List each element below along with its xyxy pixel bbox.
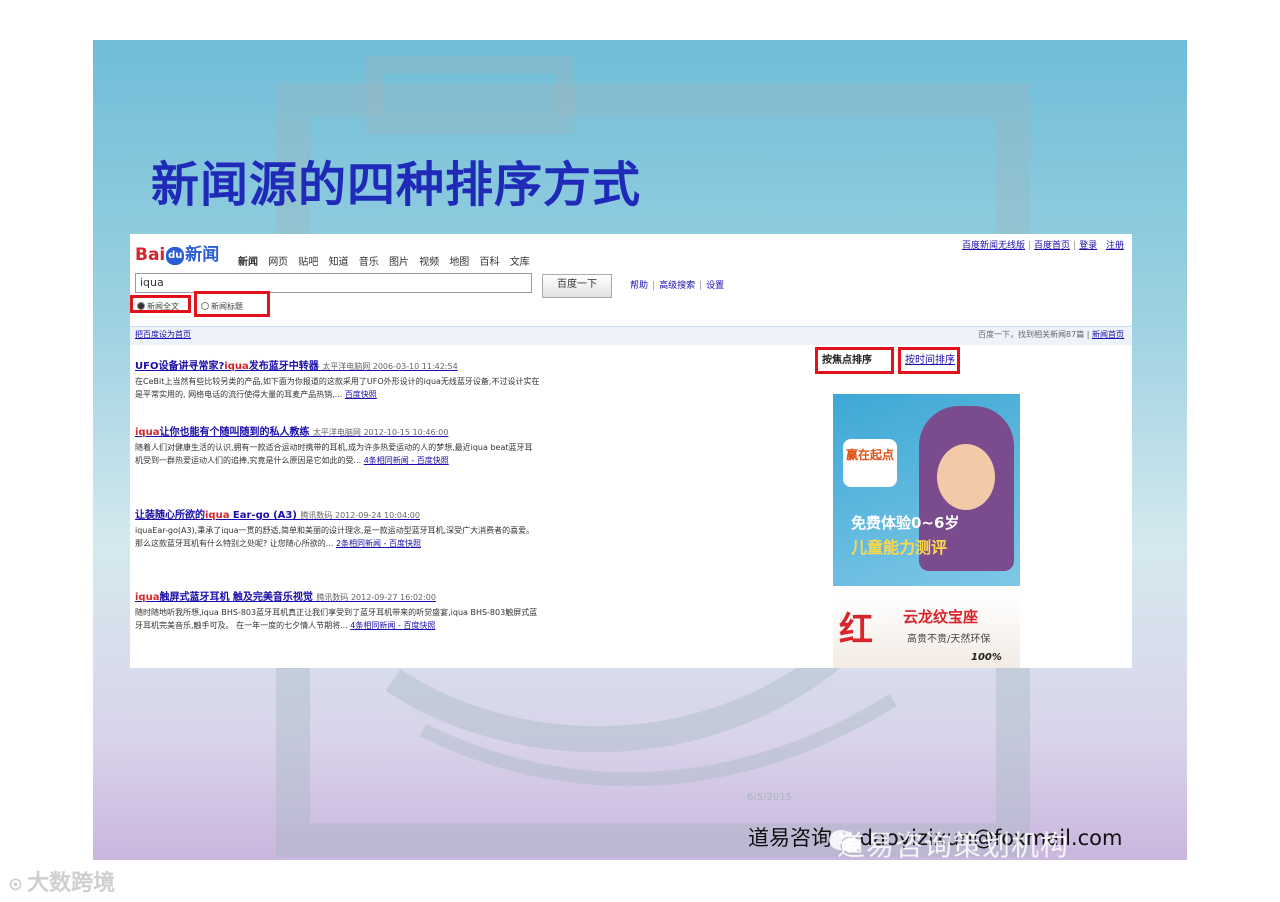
radio-title[interactable] — [201, 302, 209, 310]
link-login[interactable]: 登录 — [1079, 241, 1097, 251]
result-title-text: UFO设备讲寻常家? — [135, 361, 225, 372]
footer-brand: ⊙ 大数跨境 — [8, 865, 115, 897]
footer-brand-text: 大数跨境 — [27, 871, 116, 896]
ad-product-name: 云龙纹宝座 — [903, 608, 979, 626]
ad-brand-logo: 赢在起点 — [843, 439, 897, 487]
nav-item-web[interactable]: 网页 — [268, 257, 288, 268]
link-help[interactable]: 帮助 — [630, 281, 648, 291]
result-title-text: 触屏式蓝牙耳机 触及完美音乐视觉 — [159, 592, 313, 603]
search-result: iqua让你也能有个随叫随到的私人教练 太平洋电脑网 2012-10-15 10… — [135, 423, 540, 467]
result-title[interactable]: UFO设备讲寻常家?iqua发布蓝牙中转器 太平洋电脑网 2006-03-10 … — [135, 357, 540, 372]
result-title-text: 让装随心所欲的 — [135, 510, 205, 521]
logo-text-news: 新闻 — [185, 245, 220, 265]
ad-line-1: 免费体验0~6岁 — [851, 514, 960, 532]
result-keyword: iqua — [224, 361, 249, 372]
result-keyword: iqua — [205, 510, 230, 521]
link-settings[interactable]: 设置 — [706, 281, 724, 291]
top-links: 百度新闻无线版 | 百度首页 | 登录 注册 — [961, 241, 1124, 251]
result-snippet: 在CeBit上当然有些比较另类的产品,如下面为你报道的这款采用了UFO外形设计的… — [135, 375, 540, 401]
nav-item-music[interactable]: 音乐 — [359, 257, 379, 268]
results-info-bar: 把百度设为首页 百度一下，找到相关新闻87篇 | 新闻首页 — [130, 326, 1132, 345]
result-title-text: 发布蓝牙中转器 — [248, 361, 319, 372]
channel-nav: 新闻 网页 贴吧 知道 音乐 图片 视频 地图 百科 文库 — [238, 253, 537, 268]
nav-item-news[interactable]: 新闻 — [238, 257, 258, 268]
ad-banner-furniture[interactable]: 红 云龙纹宝座 高贵不贵/天然环保 100% — [833, 596, 1020, 668]
results-count: 百度一下，找到相关新闻87篇 | 新闻首页 — [978, 327, 1124, 343]
result-snippet-text: 随着人们对健康生活的认识,拥有一款适合运动时携带的耳机,成为许多热爱运动的人的梦… — [135, 443, 533, 465]
result-snippet-text: 在CeBit上当然有些比较另类的产品,如下面为你报道的这款采用了UFO外形设计的… — [135, 377, 540, 399]
result-title[interactable]: iqua触屏式蓝牙耳机 触及完美音乐视觉 腾讯数码 2012-09-27 16:… — [135, 588, 540, 603]
ad-banner-kids[interactable]: 赢在起点 免费体验0~6岁 儿童能力测评 — [833, 394, 1020, 586]
results-count-text: 百度一下，找到相关新闻87篇 | — [978, 330, 1092, 339]
nav-item-map[interactable]: 地图 — [449, 257, 469, 268]
ad-slogan: 高贵不贵/天然环保 — [907, 634, 991, 645]
result-source: 太平洋电脑网 2006-03-10 11:42:54 — [322, 362, 458, 371]
set-homepage-link[interactable]: 把百度设为首页 — [135, 327, 191, 343]
result-title-text: Ear-go (A3) — [229, 510, 297, 521]
result-keyword: iqua — [135, 592, 160, 603]
brand-icon: ⊙ — [8, 874, 24, 895]
radio-fulltext-highlight[interactable]: 新闻全文 — [130, 295, 191, 313]
nav-item-baike[interactable]: 百科 — [480, 257, 500, 268]
ad-percent-badge: 100% — [971, 652, 1002, 663]
paw-icon: du — [166, 247, 185, 265]
nav-item-wenku[interactable]: 文库 — [510, 257, 530, 268]
nav-item-tieba[interactable]: 贴吧 — [298, 257, 318, 268]
result-keyword: iqua — [135, 427, 160, 438]
result-source: 太平洋电脑网 2012-10-15 10:46:00 — [312, 428, 449, 437]
result-cache-link[interactable]: 2条相同新闻 - 百度快照 — [336, 539, 421, 548]
nav-item-images[interactable]: 图片 — [389, 257, 409, 268]
link-register[interactable]: 注册 — [1106, 241, 1124, 251]
radio-title-highlight[interactable]: 新闻标题 — [194, 291, 270, 317]
result-cache-link[interactable]: 4条相同新闻 - 百度快照 — [350, 621, 435, 630]
ad-line-2: 儿童能力测评 — [851, 538, 948, 557]
child-face-image — [937, 444, 995, 510]
logo-text-bai: Bai — [135, 245, 166, 265]
link-baidu-home[interactable]: 百度首页 — [1034, 241, 1070, 251]
slide: 新闻源的四种排序方式 Bai du 新闻 新闻 网页 贴吧 知道 音乐 图片 视频 … — [93, 40, 1187, 860]
result-title[interactable]: iqua让你也能有个随叫随到的私人教练 太平洋电脑网 2012-10-15 10… — [135, 423, 540, 438]
result-cache-link[interactable]: 4条相同新闻 - 百度快照 — [364, 456, 449, 465]
baidu-news-logo[interactable]: Bai du 新闻 — [135, 240, 219, 265]
result-snippet: 随时随地听我所想,iqua BHS-803蓝牙耳机真正让我们享受到了蓝牙耳机带来… — [135, 606, 540, 632]
nav-item-zhidao[interactable]: 知道 — [329, 257, 349, 268]
search-result: UFO设备讲寻常家?iqua发布蓝牙中转器 太平洋电脑网 2006-03-10 … — [135, 357, 540, 401]
sort-by-time[interactable]: 按时间排序 — [898, 347, 960, 374]
help-links: 帮助 | 高级搜索 | 设置 — [630, 281, 725, 291]
search-result: iqua触屏式蓝牙耳机 触及完美音乐视觉 腾讯数码 2012-09-27 16:… — [135, 588, 540, 632]
result-snippet: iquaEar-go(A3),秉承了iqua一贯的舒适,简单和美丽的设计理念,是… — [135, 524, 540, 550]
result-snippet-text: 随时随地听我所想,iqua BHS-803蓝牙耳机真正让我们享受到了蓝牙耳机带来… — [135, 608, 538, 630]
result-snippet: 随着人们对健康生活的认识,拥有一款适合运动时携带的耳机,成为许多热爱运动的人的梦… — [135, 441, 540, 467]
slide-title: 新闻源的四种排序方式 — [151, 157, 642, 213]
result-title[interactable]: 让装随心所欲的iqua Ear-go (A3) 腾讯数码 2012-09-24 … — [135, 506, 540, 521]
sort-by-focus[interactable]: 按焦点排序 — [815, 347, 894, 374]
radio-title-label: 新闻标题 — [211, 302, 243, 311]
result-title-text: 让你也能有个随叫随到的私人教练 — [159, 427, 310, 438]
result-source: 腾讯数码 2012-09-24 10:04:00 — [300, 511, 420, 520]
search-result: 让装随心所欲的iqua Ear-go (A3) 腾讯数码 2012-09-24 … — [135, 506, 540, 550]
ad-calligraphy-logo: 红 — [839, 610, 873, 650]
result-source: 腾讯数码 2012-09-27 16:02:00 — [316, 593, 436, 602]
baidu-news-screenshot: Bai du 新闻 新闻 网页 贴吧 知道 音乐 图片 视频 地图 百科 文库 百度… — [130, 234, 1132, 668]
search-button[interactable]: 百度一下 — [542, 274, 612, 298]
radio-fulltext-label: 新闻全文 — [147, 302, 179, 311]
result-snippet-text: iquaEar-go(A3),秉承了iqua一贯的舒适,简单和美丽的设计理念,是… — [135, 526, 535, 548]
news-home-link[interactable]: 新闻首页 — [1092, 330, 1124, 339]
page-number: 6/5/2015 — [747, 792, 792, 803]
link-wireless[interactable]: 百度新闻无线版 — [962, 241, 1025, 251]
radio-fulltext[interactable] — [137, 302, 145, 310]
link-advanced-search[interactable]: 高级搜索 — [659, 281, 695, 291]
wechat-watermark: 道易咨询策划机构 — [837, 829, 1070, 860]
nav-item-video[interactable]: 视频 — [419, 257, 439, 268]
search-input[interactable]: iqua — [135, 273, 532, 293]
result-cache-link[interactable]: 百度快照 — [345, 390, 377, 399]
